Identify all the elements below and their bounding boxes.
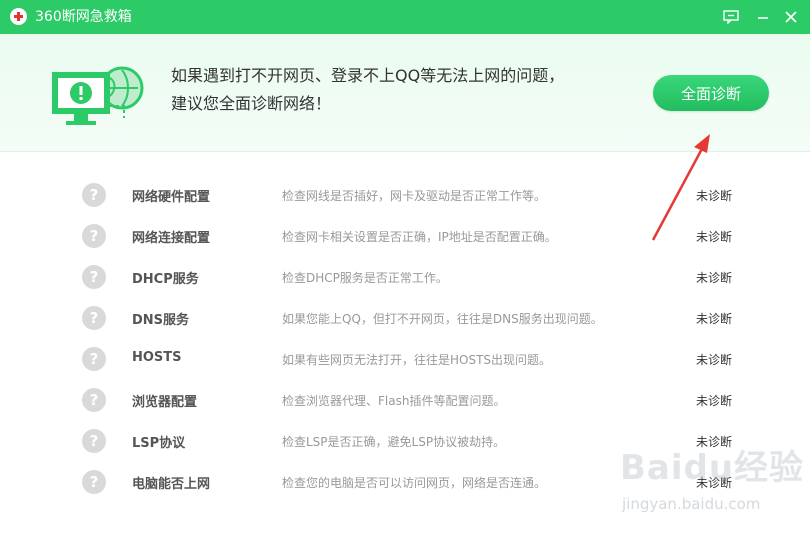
banner-message: 如果遇到打不开网页、登录不上QQ等无法上网的问题， 建议您全面诊断网络！ (171, 62, 564, 118)
diagnosis-banner: 如果遇到打不开网页、登录不上QQ等无法上网的问题， 建议您全面诊断网络！ 全面诊… (0, 34, 810, 152)
question-icon: ? (82, 183, 106, 207)
item-desc: 检查您的电脑是否可以访问网页，网络是否连通。 (282, 476, 547, 490)
window-title: 360断网急救箱 (35, 9, 132, 25)
item-name: DHCP服务 (132, 272, 199, 287)
watermark-brand: Baidu经验 (620, 448, 805, 488)
question-icon: ? (82, 429, 106, 453)
item-name: 网络连接配置 (132, 231, 211, 246)
banner-line-1: 如果遇到打不开网页、登录不上QQ等无法上网的问题， (171, 66, 565, 85)
item-desc: 检查网线是否插好，网卡及驱动是否正常工作等。 (282, 189, 547, 203)
item-status: 未诊断 (696, 189, 733, 203)
list-item-network-hardware: ? 网络硬件配置 检查网线是否插好，网卡及驱动是否正常工作等。 未诊断 (0, 180, 810, 210)
monitor-globe-warning-icon (52, 66, 144, 125)
baidu-watermark: Baidu经验 jingyan.baidu.com (620, 440, 805, 530)
item-status: 未诊断 (696, 353, 733, 367)
full-diagnosis-button[interactable]: 全面诊断 (653, 75, 769, 111)
item-name: 网络硬件配置 (132, 190, 211, 205)
item-status: 未诊断 (696, 230, 733, 244)
watermark-url: jingyan.baidu.com (622, 495, 761, 513)
red-cross-logo-icon (10, 8, 27, 25)
list-item-dhcp: ? DHCP服务 检查DHCP服务是否正常工作。 未诊断 (0, 262, 810, 292)
item-desc: 如果您能上QQ，但打不开网页，往往是DNS服务出现问题。 (282, 312, 603, 326)
list-item-browser-config: ? 浏览器配置 检查浏览器代理、Flash插件等配置问题。 未诊断 (0, 385, 810, 415)
question-icon: ? (82, 470, 106, 494)
item-name: 浏览器配置 (132, 395, 198, 410)
feedback-icon[interactable] (719, 6, 743, 28)
minimize-icon[interactable] (751, 6, 775, 28)
question-icon: ? (82, 388, 106, 412)
item-name: LSP协议 (132, 436, 186, 451)
banner-line-2: 建议您全面诊断网络！ (171, 94, 332, 113)
item-desc: 检查LSP是否正确，避免LSP协议被劫持。 (282, 435, 506, 449)
item-status: 未诊断 (696, 394, 733, 408)
question-icon: ? (82, 306, 106, 330)
item-status: 未诊断 (696, 271, 733, 285)
item-desc: 检查网卡相关设置是否正确，IP地址是否配置正确。 (282, 230, 557, 244)
title-bar: 360断网急救箱 (0, 0, 810, 34)
question-icon: ? (82, 224, 106, 248)
list-item-hosts: ? HOSTS 如果有些网页无法打开，往往是HOSTS出现问题。 未诊断 (0, 344, 810, 374)
item-desc: 如果有些网页无法打开，往往是HOSTS出现问题。 (282, 353, 552, 367)
close-icon[interactable] (779, 6, 803, 28)
list-item-network-connection: ? 网络连接配置 检查网卡相关设置是否正确，IP地址是否配置正确。 未诊断 (0, 221, 810, 251)
item-name: DNS服务 (132, 313, 190, 328)
list-item-dns: ? DNS服务 如果您能上QQ，但打不开网页，往往是DNS服务出现问题。 未诊断 (0, 303, 810, 333)
item-name: HOSTS (132, 350, 182, 365)
question-icon: ? (82, 347, 106, 371)
item-desc: 检查DHCP服务是否正常工作。 (282, 271, 448, 285)
item-desc: 检查浏览器代理、Flash插件等配置问题。 (282, 394, 506, 408)
item-status: 未诊断 (696, 312, 733, 326)
item-name: 电脑能否上网 (132, 477, 211, 492)
question-icon: ? (82, 265, 106, 289)
